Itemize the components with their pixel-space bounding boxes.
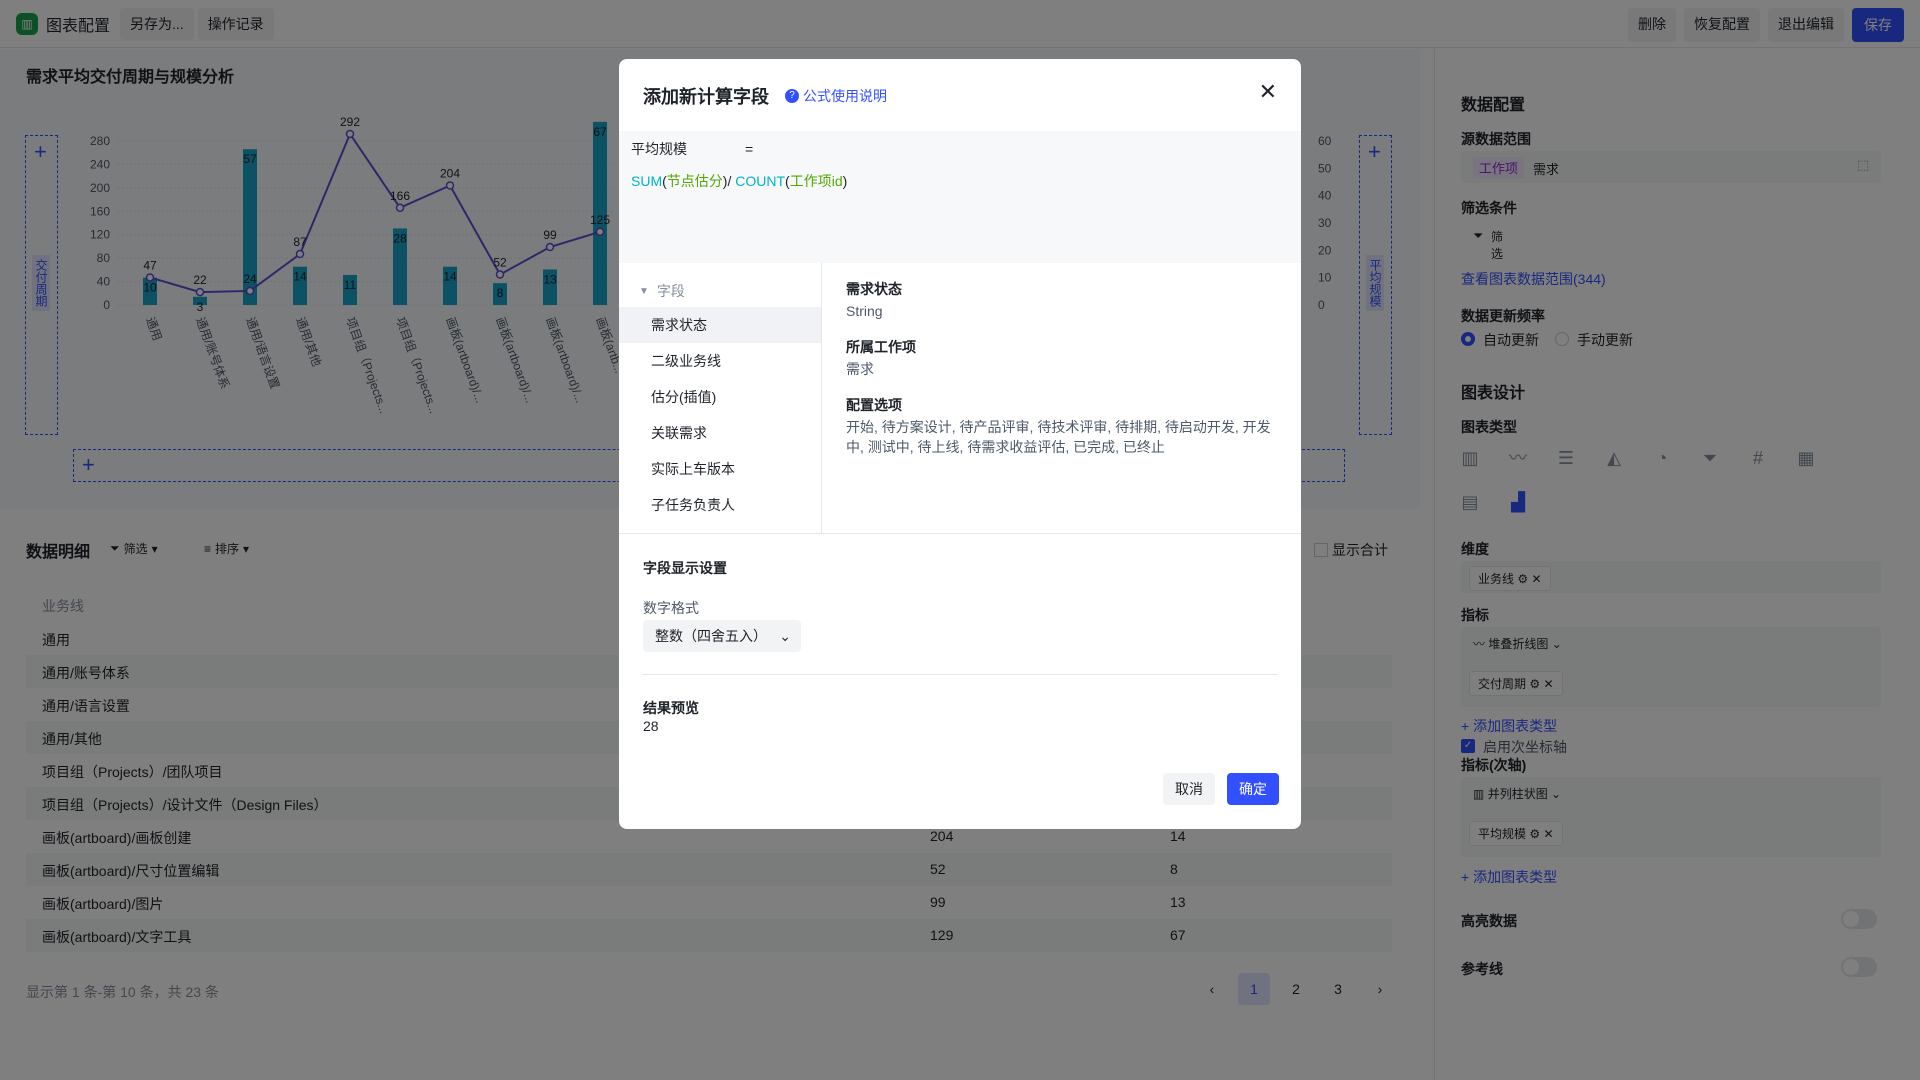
number-format-select[interactable]: 整数（四舍五入） ⌄ <box>643 620 801 652</box>
field-list: ▼ 字段 需求状态二级业务线估分(插值)关联需求实际上车版本子任务负责人节点实际… <box>619 263 822 533</box>
preview-value: 28 <box>643 718 659 734</box>
detail-owner-label: 所属工作项 <box>846 339 916 355</box>
field-list-item[interactable]: 关联需求 <box>619 415 821 451</box>
field-list-item[interactable]: 子任务负责人 <box>619 487 821 523</box>
field-list-item[interactable]: 实际上车版本 <box>619 451 821 487</box>
detail-owner-value: 需求 <box>846 361 874 377</box>
formula-function: SUM <box>631 173 663 189</box>
formula-function: COUNT <box>735 173 786 189</box>
formula-editor[interactable]: 平均规模 = SUM(节点估分)/ COUNT(工作项id) <box>619 131 1301 263</box>
field-detail: 需求状态 String 所属工作项 需求 配置选项 开始, 待方案设计, 待产品… <box>822 263 1301 533</box>
field-list-item[interactable]: 二级业务线 <box>619 343 821 379</box>
field-list-item[interactable]: 估分(插值) <box>619 379 821 415</box>
chevron-down-icon: ⌄ <box>779 628 791 644</box>
formula-help-link[interactable]: ? 公式使用说明 <box>785 86 887 106</box>
display-settings: 字段显示设置 数字格式 整数（四舍五入） ⌄ 结果预览 28 <box>619 533 1301 734</box>
detail-field-name: 需求状态 <box>846 281 902 297</box>
number-format-label: 数字格式 <box>643 600 699 616</box>
formula-paren: ) <box>842 173 848 189</box>
formula-field: 节点估分 <box>666 173 723 189</box>
formula-operator: )/ <box>722 173 736 189</box>
cancel-button[interactable]: 取消 <box>1163 773 1215 805</box>
question-icon: ? <box>785 89 799 103</box>
confirm-button[interactable]: 确定 <box>1227 773 1279 805</box>
modal-title: 添加新计算字段 <box>643 87 769 107</box>
field-group-header[interactable]: ▼ 字段 <box>639 281 685 301</box>
detail-options-value: 开始, 待方案设计, 待产品评审, 待技术评审, 待排期, 待启动开发, 开发中… <box>846 419 1271 455</box>
field-list-item[interactable]: 需求状态 <box>619 307 821 343</box>
number-format-value: 整数（四舍五入） <box>655 628 767 644</box>
detail-field-type: String <box>846 303 883 319</box>
preview-title: 结果预览 <box>643 700 699 716</box>
formula-help-label: 公式使用说明 <box>803 88 887 104</box>
caret-down-icon: ▼ <box>639 285 649 297</box>
display-settings-title: 字段显示设置 <box>643 560 727 576</box>
close-icon[interactable]: ✕ <box>1259 79 1277 105</box>
formula-field: 工作项id <box>789 173 843 189</box>
calc-field-modal: 添加新计算字段 ? 公式使用说明 ✕ 平均规模 = SUM(节点估分)/ COU… <box>619 59 1301 829</box>
app-root: ▥ 图表配置 另存为... 操作记录 删除 恢复配置 退出编辑 保存 需求平均交… <box>0 0 1920 1080</box>
field-list-item[interactable]: 节点实际开始时间 <box>619 523 821 533</box>
field-name-input[interactable]: 平均规模 <box>631 139 687 159</box>
formula-text[interactable]: SUM(节点估分)/ COUNT(工作项id) <box>631 171 847 191</box>
equals-sign: = <box>745 141 754 157</box>
field-group-label: 字段 <box>656 283 685 299</box>
divider <box>643 674 1277 675</box>
detail-options-label: 配置选项 <box>846 397 902 413</box>
